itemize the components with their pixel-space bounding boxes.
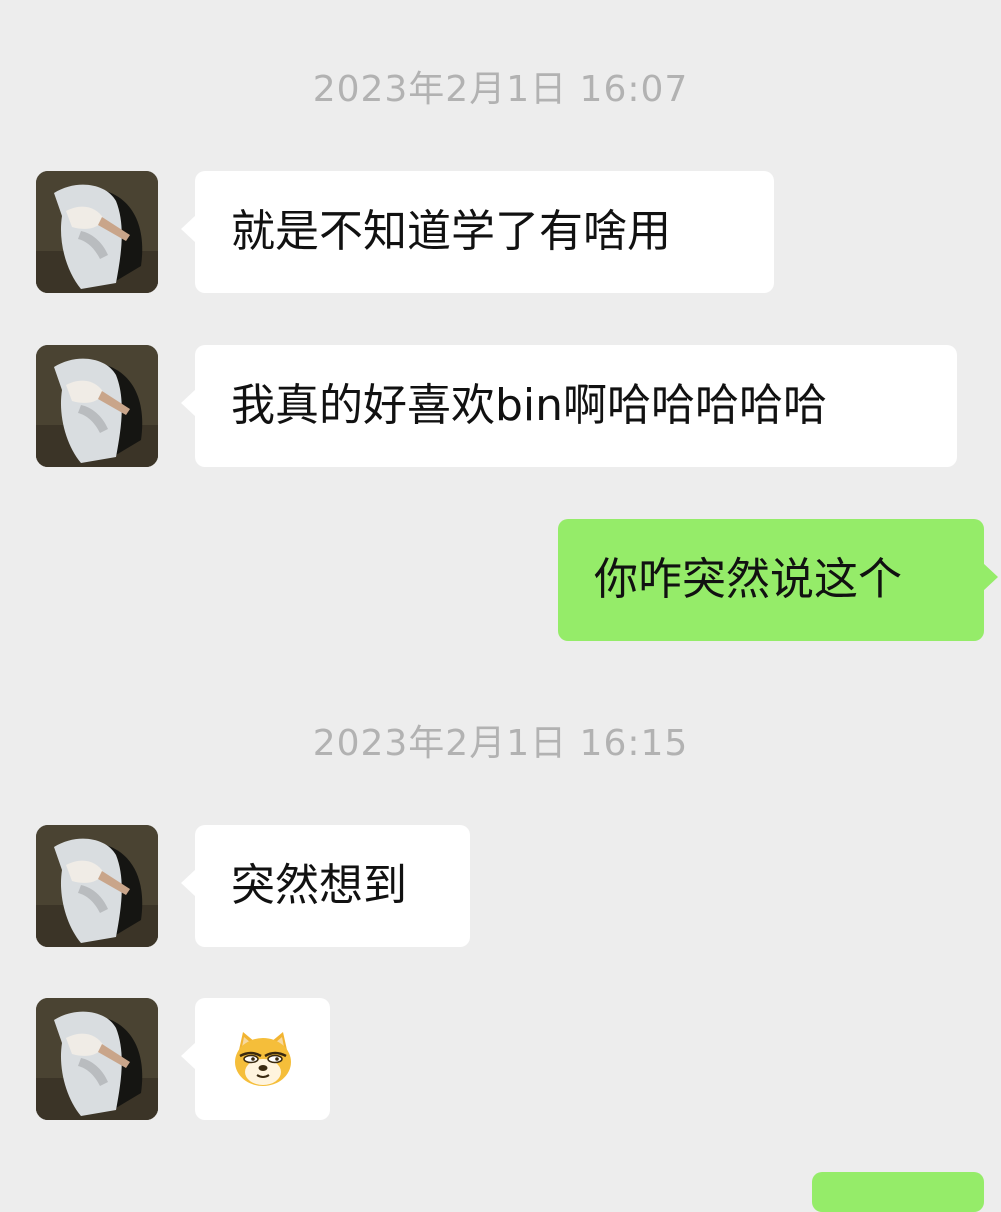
contact-avatar[interactable] [36, 345, 158, 467]
timestamp: 2023年2月1日 16:15 [312, 723, 689, 764]
timestamp: 2023年2月1日 16:07 [312, 69, 689, 110]
outgoing-message-bubble[interactable]: 你咋突然说这个 [558, 519, 998, 641]
message-text: 你咋突然说这个 [594, 554, 902, 605]
incoming-message-bubble[interactable]: 就是不知道学了有啥用 [181, 171, 774, 293]
incoming-message-bubble[interactable]: 突然想到 [181, 825, 470, 947]
chat-message-list[interactable]: 2023年2月1日 16:07 就是不知道学了有啥用 我真的好喜欢bin啊哈哈哈… [0, 0, 1001, 1212]
avatar-photo-icon [36, 998, 158, 1120]
message-text: 就是不知道学了有啥用 [231, 206, 671, 257]
avatar-photo-icon [36, 345, 158, 467]
contact-avatar[interactable] [36, 825, 158, 947]
incoming-message-bubble[interactable]: 我真的好喜欢bin啊哈哈哈哈哈 [181, 345, 957, 467]
message-text: 突然想到 [231, 860, 407, 911]
doge-emoji-icon [235, 1032, 291, 1086]
message-text: 我真的好喜欢bin啊哈哈哈哈哈 [231, 380, 828, 431]
avatar-photo-icon [36, 825, 158, 947]
contact-avatar[interactable] [36, 998, 158, 1120]
avatar-photo-icon [36, 171, 158, 293]
incoming-sticker-bubble[interactable] [181, 998, 330, 1120]
contact-avatar[interactable] [36, 171, 158, 293]
outgoing-message-bubble-partial[interactable] [812, 1172, 984, 1212]
